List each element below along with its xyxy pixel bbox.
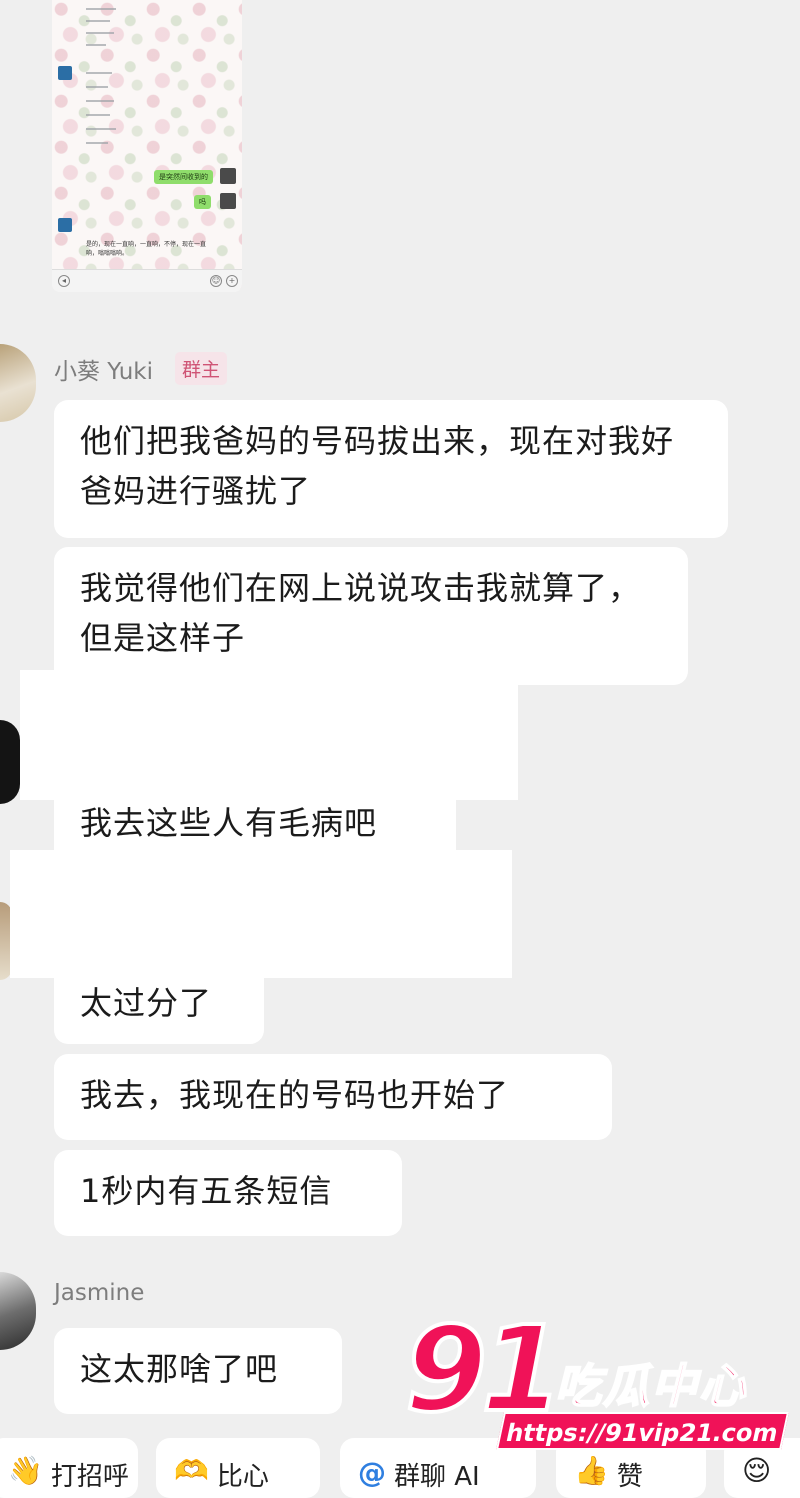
preview-text-line [86,86,108,88]
thumbs-up-icon: 👍 [574,1454,609,1487]
preview-text-line [86,44,106,46]
preview-reply-text: 是的，现在一直响，一直响，不停，现在一直响，嗡嗡嗡响。 [86,241,207,257]
redaction-cover [20,670,518,800]
quick-action-label: 打招呼 [50,1462,129,1492]
watermark-number: 91 [403,1300,565,1438]
preview-text-line [86,72,112,74]
quick-action-heart[interactable]: 🫶 比心 [156,1438,320,1498]
group-owner-badge: 群主 [175,352,228,385]
preview-text-line [86,20,110,22]
message-bubble[interactable]: 太过分了 [54,958,264,1044]
watermark-title: 吃瓜中心 [554,1358,747,1414]
quick-action-label: 群聊 AI [394,1462,480,1492]
preview-self-avatar [220,168,236,184]
site-watermark: 91 吃瓜中心 https://91vip21.com [403,1300,800,1460]
quick-action-label: 比心 [216,1462,269,1492]
wave-icon: 👋 [8,1454,43,1487]
message-bubble[interactable]: 1秒内有五条短信 [54,1150,402,1236]
preview-text-line [86,128,116,130]
emoji-icon: ☺ [210,275,222,287]
voice-icon: ◂ [58,275,70,287]
yuki-avatar[interactable] [0,344,36,422]
preview-text-line [86,100,114,102]
heart-hands-icon: 🫶 [174,1454,209,1487]
preview-text-line [86,142,108,144]
message-bubble[interactable]: 他们把我爸妈的号码拔出来，现在对我好爸妈进行骚扰了 [54,400,728,538]
emoji-icon: 😌 [742,1454,772,1487]
message-bubble[interactable]: 这太那啥了吧 [54,1328,342,1414]
jasmine-avatar[interactable] [0,1272,36,1350]
sender-name: Jasmine [54,1280,145,1306]
preview-avatar [58,218,72,232]
preview-text-line [86,114,110,116]
sender-name: 小葵 Yuki [54,359,154,385]
preview-text-line [86,32,114,34]
preview-input-bar: ◂ ☺ + [52,269,242,292]
image-message-preview[interactable]: 是突然间收到的 吗 是的，现在一直响，一直响，不停，现在一直响，嗡嗡嗡响。 ◂ … [52,0,242,292]
preview-avatar [58,66,72,80]
preview-green-bubble: 是突然间收到的 [154,170,213,184]
plus-icon: + [226,275,238,287]
watermark-url: https://91vip21.com [495,1412,790,1450]
quick-action-label: 赞 [616,1462,643,1492]
preview-green-bubble: 吗 [194,195,211,209]
preview-self-avatar [220,193,236,209]
at-icon: @ [358,1456,386,1489]
message-bubble[interactable]: 我去，我现在的号码也开始了 [54,1054,612,1140]
preview-text-line [86,8,116,10]
hidden-avatar [0,720,20,804]
quick-action-wave[interactable]: 👋 打招呼 [0,1438,138,1498]
message-bubble[interactable]: 我觉得他们在网上说说攻击我就算了，但是这样子 [54,547,688,685]
